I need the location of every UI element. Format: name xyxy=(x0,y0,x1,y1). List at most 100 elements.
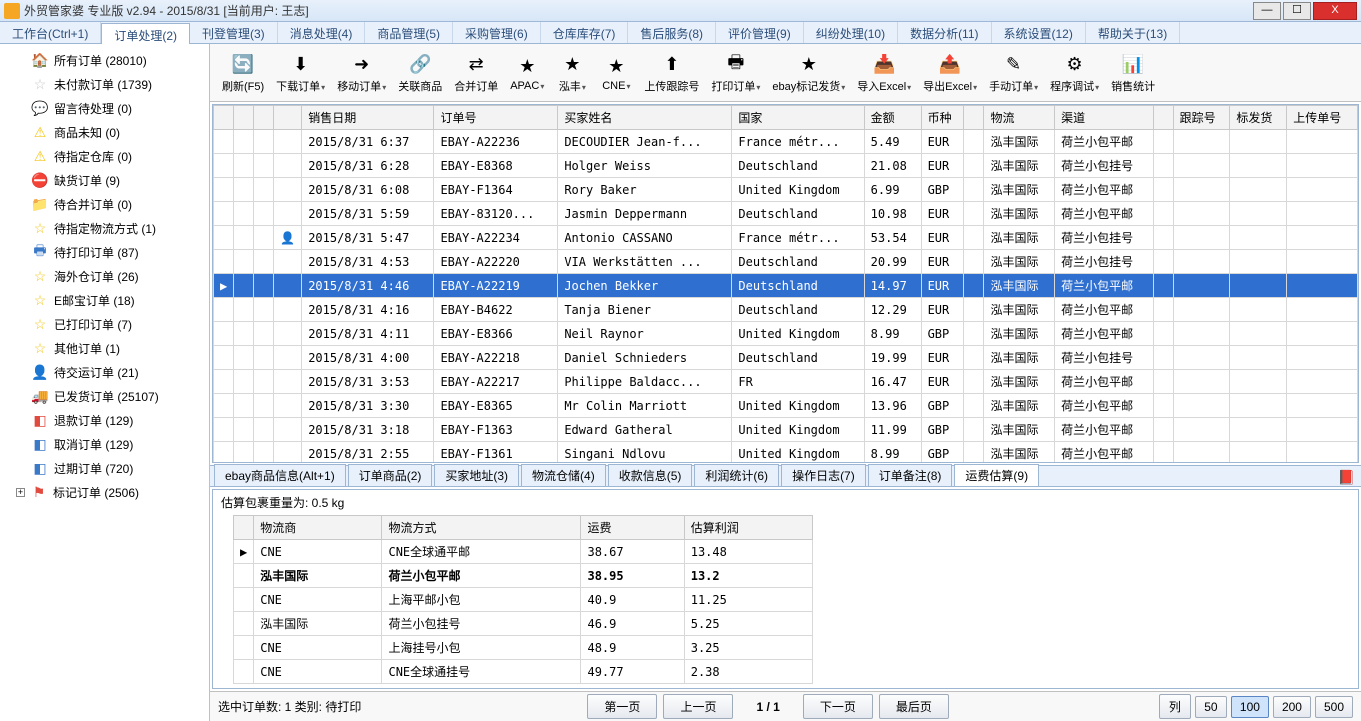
toolbar-button[interactable]: 🔗关联商品 xyxy=(392,50,448,96)
table-row[interactable]: 2015/8/31 2:55EBAY-F1361Singani NdlovuUn… xyxy=(214,442,1358,464)
table-row[interactable]: 2015/8/31 3:30EBAY-E8365Mr Colin Marriot… xyxy=(214,394,1358,418)
toolbar-button[interactable]: ➜移动订单▾ xyxy=(331,50,392,96)
main-tab[interactable]: 帮助关于(13) xyxy=(1086,22,1180,43)
column-header[interactable]: 物流商 xyxy=(254,516,382,540)
sidebar-item[interactable]: ☆其他订单 (1) xyxy=(0,336,209,360)
sidebar-item[interactable]: 💬留言待处理 (0) xyxy=(0,96,209,120)
table-row[interactable]: 2015/8/31 3:53EBAY-A22217Philippe Baldac… xyxy=(214,370,1358,394)
toolbar-button[interactable]: ✎手动订单▾ xyxy=(983,50,1044,96)
table-row[interactable]: CNECNE全球通挂号49.772.38 xyxy=(234,660,813,684)
main-tab[interactable]: 工作台(Ctrl+1) xyxy=(0,22,101,43)
main-tab[interactable]: 售后服务(8) xyxy=(628,22,716,43)
pagesize-100-button[interactable]: 100 xyxy=(1231,696,1269,718)
toolbar-button[interactable]: ★CNE▾ xyxy=(594,52,638,94)
table-row[interactable]: ▶CNECNE全球通平邮38.6713.48 xyxy=(234,540,813,564)
shipping-grid-wrap[interactable]: 物流商物流方式运费估算利润▶CNECNE全球通平邮38.6713.48泓丰国际荷… xyxy=(213,515,1358,688)
column-header[interactable]: 订单号 xyxy=(434,106,558,130)
sidebar-item[interactable]: ⚠商品未知 (0) xyxy=(0,120,209,144)
column-header[interactable]: 买家姓名 xyxy=(558,106,732,130)
main-tab[interactable]: 数据分析(11) xyxy=(898,22,991,43)
toolbar-button[interactable]: 📤导出Excel▾ xyxy=(917,50,983,96)
column-header[interactable]: 运费 xyxy=(581,516,684,540)
column-header[interactable] xyxy=(274,106,302,130)
toolbar-button[interactable]: 🖶打印订单▾ xyxy=(705,50,766,96)
table-row[interactable]: 2015/8/31 6:28EBAY-E8368Holger WeissDeut… xyxy=(214,154,1358,178)
table-row[interactable]: 2015/8/31 6:08EBAY-F1364Rory BakerUnited… xyxy=(214,178,1358,202)
main-tab[interactable]: 仓库库存(7) xyxy=(541,22,629,43)
sidebar-item[interactable]: ◧过期订单 (720) xyxy=(0,456,209,480)
table-row[interactable]: 2015/8/31 5:59EBAY-83120...Jasmin Depper… xyxy=(214,202,1358,226)
toolbar-button[interactable]: ★泓丰▾ xyxy=(550,50,594,96)
sidebar-item[interactable]: 🚚已发货订单 (25107) xyxy=(0,384,209,408)
toolbar-button[interactable]: ⚙程序调试▾ xyxy=(1044,50,1105,96)
table-row[interactable]: 2015/8/31 4:11EBAY-E8366Neil RaynorUnite… xyxy=(214,322,1358,346)
toolbar-button[interactable]: 📊销售统计 xyxy=(1105,50,1161,96)
sidebar-item[interactable]: 📁待合并订单 (0) xyxy=(0,192,209,216)
detail-tab[interactable]: 利润统计(6) xyxy=(694,464,779,486)
column-header[interactable] xyxy=(214,106,234,130)
main-tab[interactable]: 刊登管理(3) xyxy=(190,22,278,43)
pagesize-500-button[interactable]: 500 xyxy=(1315,696,1353,718)
table-row[interactable]: CNE上海挂号小包48.93.25 xyxy=(234,636,813,660)
first-page-button[interactable]: 第一页 xyxy=(587,694,657,719)
toolbar-button[interactable]: 🔄刷新(F5) xyxy=(216,50,270,96)
detail-tab[interactable]: 收款信息(5) xyxy=(608,464,693,486)
table-row[interactable]: CNE上海平邮小包40.911.25 xyxy=(234,588,813,612)
sidebar-item[interactable]: ☆E邮宝订单 (18) xyxy=(0,288,209,312)
sidebar-item[interactable]: 👤待交运订单 (21) xyxy=(0,360,209,384)
detail-tab[interactable]: 订单商品(2) xyxy=(348,464,433,486)
close-button[interactable]: X xyxy=(1313,2,1357,20)
column-header[interactable]: 国家 xyxy=(732,106,864,130)
maximize-button[interactable]: ☐ xyxy=(1283,2,1311,20)
column-header[interactable]: 物流方式 xyxy=(382,516,581,540)
toolbar-button[interactable]: ★APAC▾ xyxy=(504,52,550,94)
expand-icon[interactable]: + xyxy=(16,488,25,497)
column-header[interactable]: 上传单号 xyxy=(1287,106,1358,130)
next-page-button[interactable]: 下一页 xyxy=(803,694,873,719)
table-row[interactable]: 泓丰国际荷兰小包平邮38.9513.2 xyxy=(234,564,813,588)
main-tab[interactable]: 订单处理(2) xyxy=(101,23,190,44)
column-header[interactable]: 物流 xyxy=(984,106,1055,130)
table-row[interactable]: 泓丰国际荷兰小包挂号46.95.25 xyxy=(234,612,813,636)
order-grid-wrap[interactable]: 销售日期订单号买家姓名国家金额币种物流渠道跟踪号标发货上传单号2015/8/31… xyxy=(212,104,1359,463)
table-row[interactable]: 2015/8/31 4:00EBAY-A22218Daniel Schniede… xyxy=(214,346,1358,370)
sidebar-item[interactable]: ☆待指定物流方式 (1) xyxy=(0,216,209,240)
column-header[interactable]: 销售日期 xyxy=(302,106,434,130)
sidebar-item[interactable]: ☆已打印订单 (7) xyxy=(0,312,209,336)
detail-tab[interactable]: ebay商品信息(Alt+1) xyxy=(214,464,346,486)
minimize-button[interactable]: — xyxy=(1253,2,1281,20)
table-row[interactable]: 2015/8/31 4:53EBAY-A22220VIA Werkstätten… xyxy=(214,250,1358,274)
main-tab[interactable]: 商品管理(5) xyxy=(365,22,453,43)
main-tab[interactable]: 消息处理(4) xyxy=(278,22,366,43)
detail-tab[interactable]: 买家地址(3) xyxy=(434,464,519,486)
main-tab[interactable]: 纠纷处理(10) xyxy=(804,22,898,43)
sidebar-item[interactable]: ◧退款订单 (129) xyxy=(0,408,209,432)
column-header[interactable]: 跟踪号 xyxy=(1173,106,1230,130)
book-icon[interactable]: 📕 xyxy=(1338,469,1355,486)
table-row[interactable]: 2015/8/31 6:37EBAY-A22236DECOUDIER Jean-… xyxy=(214,130,1358,154)
sidebar-item[interactable]: 🏠所有订单 (28010) xyxy=(0,48,209,72)
column-header[interactable] xyxy=(964,106,984,130)
pagesize-200-button[interactable]: 200 xyxy=(1273,696,1311,718)
main-tab[interactable]: 采购管理(6) xyxy=(453,22,541,43)
detail-tab[interactable]: 物流仓储(4) xyxy=(521,464,606,486)
sidebar-item[interactable]: 🖶待打印订单 (87) xyxy=(0,240,209,264)
detail-tab[interactable]: 运费估算(9) xyxy=(954,464,1039,486)
sidebar-item[interactable]: ◧取消订单 (129) xyxy=(0,432,209,456)
toolbar-button[interactable]: ⇄合并订单 xyxy=(448,50,504,96)
toolbar-button[interactable]: 📥导入Excel▾ xyxy=(851,50,917,96)
column-header[interactable]: 标发货 xyxy=(1230,106,1287,130)
table-row[interactable]: 2015/8/31 3:18EBAY-F1363Edward GatheralU… xyxy=(214,418,1358,442)
sidebar-item[interactable]: ⚠待指定仓库 (0) xyxy=(0,144,209,168)
table-row[interactable]: 2015/8/31 4:16EBAY-B4622Tanja BienerDeut… xyxy=(214,298,1358,322)
sidebar-item[interactable]: +⚑标记订单 (2506) xyxy=(0,480,209,504)
last-page-button[interactable]: 最后页 xyxy=(879,694,949,719)
column-header[interactable] xyxy=(234,106,254,130)
table-row[interactable]: 👤2015/8/31 5:47EBAY-A22234Antonio CASSAN… xyxy=(214,226,1358,250)
toolbar-button[interactable]: ⬇下载订单▾ xyxy=(270,50,331,96)
detail-tab[interactable]: 订单备注(8) xyxy=(868,464,953,486)
sidebar-item[interactable]: ☆海外仓订单 (26) xyxy=(0,264,209,288)
prev-page-button[interactable]: 上一页 xyxy=(663,694,733,719)
columns-button[interactable]: 列 xyxy=(1159,694,1191,719)
sidebar-item[interactable]: ☆未付款订单 (1739) xyxy=(0,72,209,96)
